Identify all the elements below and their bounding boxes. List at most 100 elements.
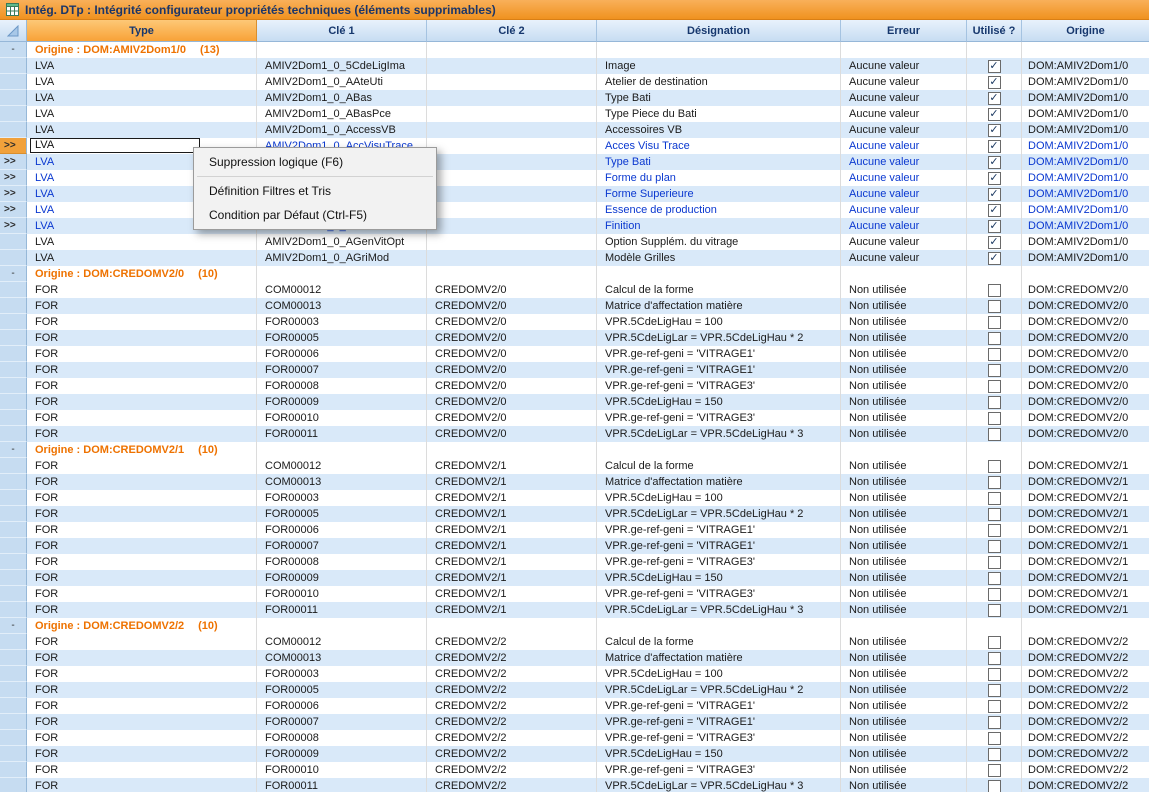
column-header-type[interactable]: Type	[27, 20, 257, 42]
used-checkbox[interactable]	[988, 460, 1001, 473]
select-all-corner[interactable]	[0, 20, 27, 42]
table-row[interactable]: FORFOR00003CREDOMV2/1VPR.5CdeLigHau = 10…	[0, 490, 1149, 506]
inline-edit-input[interactable]: LVA	[30, 138, 200, 153]
table-row[interactable]: FORFOR00003CREDOMV2/0VPR.5CdeLigHau = 10…	[0, 314, 1149, 330]
used-checkbox[interactable]	[988, 572, 1001, 585]
table-row[interactable]: LVAAMIV2Dom1_0_AGriModModèle GrillesAucu…	[0, 250, 1149, 266]
menu-item-definition-filtres-et-tris[interactable]: Définition Filtres et Tris	[194, 179, 436, 203]
column-header-cle2[interactable]: Clé 2	[427, 20, 597, 42]
row-selector[interactable]: >>	[0, 170, 27, 186]
row-selector[interactable]	[0, 634, 27, 650]
table-row[interactable]: FORCOM00013CREDOMV2/0Matrice d'affectati…	[0, 298, 1149, 314]
row-selector[interactable]	[0, 682, 27, 698]
used-checkbox[interactable]	[988, 748, 1001, 761]
table-row[interactable]: >>LVAForme du planAucune valeur✓DOM:AMIV…	[0, 170, 1149, 186]
used-checkbox[interactable]	[988, 332, 1001, 345]
table-row[interactable]: FORFOR00006CREDOMV2/2VPR.ge-ref-geni = '…	[0, 698, 1149, 714]
used-checkbox[interactable]	[988, 380, 1001, 393]
table-row[interactable]: FORFOR00008CREDOMV2/1VPR.ge-ref-geni = '…	[0, 554, 1149, 570]
row-selector[interactable]: >>	[0, 138, 27, 154]
row-selector[interactable]	[0, 458, 27, 474]
table-row[interactable]: FORFOR00010CREDOMV2/0VPR.ge-ref-geni = '…	[0, 410, 1149, 426]
row-selector[interactable]	[0, 698, 27, 714]
row-selector[interactable]	[0, 378, 27, 394]
used-checkbox[interactable]	[988, 668, 1001, 681]
used-checkbox[interactable]	[988, 556, 1001, 569]
row-selector[interactable]	[0, 538, 27, 554]
row-selector[interactable]: >>	[0, 218, 27, 234]
row-selector[interactable]	[0, 714, 27, 730]
table-row[interactable]: LVAAMIV2Dom1_0_5CdeLigImaImageAucune val…	[0, 58, 1149, 74]
used-checkbox[interactable]	[988, 300, 1001, 313]
table-row[interactable]: FORCOM00013CREDOMV2/2Matrice d'affectati…	[0, 650, 1149, 666]
table-row[interactable]: FORFOR00009CREDOMV2/1VPR.5CdeLigHau = 15…	[0, 570, 1149, 586]
column-header-designation[interactable]: Désignation	[597, 20, 841, 42]
used-checkbox[interactable]	[988, 652, 1001, 665]
table-row[interactable]: FORFOR00007CREDOMV2/1VPR.ge-ref-geni = '…	[0, 538, 1149, 554]
row-selector[interactable]	[0, 522, 27, 538]
row-selector[interactable]	[0, 474, 27, 490]
used-checkbox[interactable]	[988, 428, 1001, 441]
table-row[interactable]: FORCOM00012CREDOMV2/1Calcul de la formeN…	[0, 458, 1149, 474]
row-selector[interactable]	[0, 570, 27, 586]
used-checkbox[interactable]	[988, 476, 1001, 489]
table-row[interactable]: >>LVAType BatiAucune valeur✓DOM:AMIV2Dom…	[0, 154, 1149, 170]
title-bar[interactable]: Intég. DTp : Intégrité configurateur pro…	[0, 0, 1149, 20]
table-row[interactable]: FORFOR00007CREDOMV2/2VPR.ge-ref-geni = '…	[0, 714, 1149, 730]
row-selector[interactable]: >>	[0, 154, 27, 170]
table-row[interactable]: FORFOR00008CREDOMV2/2VPR.ge-ref-geni = '…	[0, 730, 1149, 746]
used-checkbox[interactable]: ✓	[988, 220, 1001, 233]
table-row[interactable]: FORFOR00009CREDOMV2/2VPR.5CdeLigHau = 15…	[0, 746, 1149, 762]
used-checkbox[interactable]	[988, 316, 1001, 329]
table-row[interactable]: FORCOM00012CREDOMV2/2Calcul de la formeN…	[0, 634, 1149, 650]
used-checkbox[interactable]: ✓	[988, 92, 1001, 105]
used-checkbox[interactable]	[988, 492, 1001, 505]
used-checkbox[interactable]	[988, 284, 1001, 297]
table-row[interactable]: >>LVAEssence de productionAucune valeur✓…	[0, 202, 1149, 218]
used-checkbox[interactable]	[988, 764, 1001, 777]
used-checkbox[interactable]: ✓	[988, 108, 1001, 121]
row-selector[interactable]	[0, 90, 27, 106]
row-selector[interactable]	[0, 746, 27, 762]
table-row[interactable]: FORFOR00003CREDOMV2/2VPR.5CdeLigHau = 10…	[0, 666, 1149, 682]
row-selector[interactable]	[0, 586, 27, 602]
used-checkbox[interactable]	[988, 700, 1001, 713]
table-row[interactable]: LVAAMIV2Dom1_0_AGenVitOptOption Supplém.…	[0, 234, 1149, 250]
table-row[interactable]: FORCOM00013CREDOMV2/1Matrice d'affectati…	[0, 474, 1149, 490]
table-row[interactable]: FORFOR00005CREDOMV2/2VPR.5CdeLigLar = VP…	[0, 682, 1149, 698]
used-checkbox[interactable]: ✓	[988, 124, 1001, 137]
used-checkbox[interactable]: ✓	[988, 156, 1001, 169]
used-checkbox[interactable]	[988, 732, 1001, 745]
row-selector[interactable]	[0, 506, 27, 522]
table-row[interactable]: >>LVAAMIV2Dom1_0_AGenFinFinitionAucune v…	[0, 218, 1149, 234]
table-row[interactable]: FORFOR00005CREDOMV2/0VPR.5CdeLigLar = VP…	[0, 330, 1149, 346]
used-checkbox[interactable]: ✓	[988, 76, 1001, 89]
table-row[interactable]: FORFOR00010CREDOMV2/2VPR.ge-ref-geni = '…	[0, 762, 1149, 778]
row-selector[interactable]: >>	[0, 186, 27, 202]
used-checkbox[interactable]	[988, 716, 1001, 729]
used-checkbox[interactable]	[988, 412, 1001, 425]
table-row[interactable]: >>LVAForme SuperieureAucune valeur✓DOM:A…	[0, 186, 1149, 202]
table-row[interactable]: LVAAMIV2Dom1_0_AAteUtiAtelier de destina…	[0, 74, 1149, 90]
table-row[interactable]: FORFOR00011CREDOMV2/1VPR.5CdeLigLar = VP…	[0, 602, 1149, 618]
used-checkbox[interactable]: ✓	[988, 252, 1001, 265]
row-selector[interactable]	[0, 490, 27, 506]
column-header-origine[interactable]: Origine	[1022, 20, 1149, 42]
row-selector[interactable]	[0, 298, 27, 314]
table-row[interactable]: FORFOR00005CREDOMV2/1VPR.5CdeLigLar = VP…	[0, 506, 1149, 522]
row-selector[interactable]	[0, 650, 27, 666]
row-selector[interactable]	[0, 426, 27, 442]
row-selector[interactable]	[0, 730, 27, 746]
used-checkbox[interactable]	[988, 396, 1001, 409]
used-checkbox[interactable]	[988, 364, 1001, 377]
table-row[interactable]: >>LVAAMIV2Dom1_0_AccVisuTraceAcces Visu …	[0, 138, 1149, 154]
used-checkbox[interactable]	[988, 636, 1001, 649]
used-checkbox[interactable]	[988, 780, 1001, 792]
used-checkbox[interactable]	[988, 588, 1001, 601]
table-row[interactable]: FORFOR00006CREDOMV2/0VPR.ge-ref-geni = '…	[0, 346, 1149, 362]
row-selector[interactable]	[0, 282, 27, 298]
row-selector[interactable]	[0, 346, 27, 362]
row-selector[interactable]	[0, 250, 27, 266]
row-selector[interactable]	[0, 394, 27, 410]
row-selector[interactable]	[0, 314, 27, 330]
